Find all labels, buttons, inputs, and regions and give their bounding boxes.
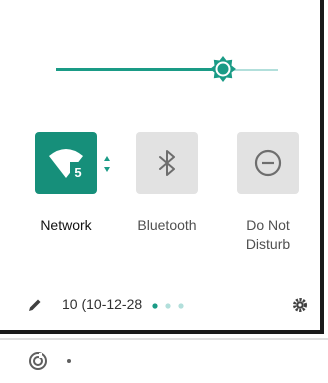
data-saver-icon[interactable] bbox=[28, 351, 48, 371]
tile-do-not-disturb[interactable] bbox=[237, 132, 299, 194]
network-expand-icon[interactable] bbox=[103, 154, 111, 174]
edit-icon[interactable] bbox=[27, 297, 43, 313]
quick-settings-panel: 5 Network Bluetooth Do Not Disturb 10 (1… bbox=[0, 0, 324, 334]
strip-divider bbox=[0, 338, 328, 340]
brightness-icon bbox=[210, 56, 236, 82]
do-not-disturb-icon bbox=[254, 149, 282, 177]
tile-dnd-label-line2: Disturb bbox=[245, 236, 291, 252]
tile-dnd-label: Do Not Disturb bbox=[226, 216, 310, 254]
notification-strip bbox=[0, 338, 328, 383]
brightness-thumb[interactable] bbox=[209, 55, 237, 83]
tile-network[interactable]: 5 bbox=[35, 132, 97, 194]
bluetooth-icon bbox=[159, 150, 175, 176]
brightness-slider[interactable] bbox=[56, 56, 278, 82]
settings-icon[interactable] bbox=[292, 297, 308, 313]
page-indicator[interactable] bbox=[151, 302, 191, 310]
wifi-badge: 5 bbox=[74, 165, 81, 180]
brightness-fill bbox=[56, 68, 223, 71]
tile-network-label: Network bbox=[40, 217, 92, 233]
wifi-icon: 5 bbox=[49, 149, 86, 180]
screen: 5 Network Bluetooth Do Not Disturb 10 (1… bbox=[0, 0, 328, 383]
page-dot[interactable] bbox=[152, 303, 158, 309]
tile-bluetooth[interactable] bbox=[136, 132, 198, 194]
page-dot[interactable] bbox=[178, 303, 184, 309]
tile-bluetooth-label: Bluetooth bbox=[137, 217, 197, 233]
build-number[interactable]: 10 (10-12-28 bbox=[62, 296, 152, 312]
notification-dot bbox=[67, 359, 71, 363]
tile-dnd-label-line1: Do Not bbox=[246, 217, 290, 233]
page-dot[interactable] bbox=[165, 303, 171, 309]
